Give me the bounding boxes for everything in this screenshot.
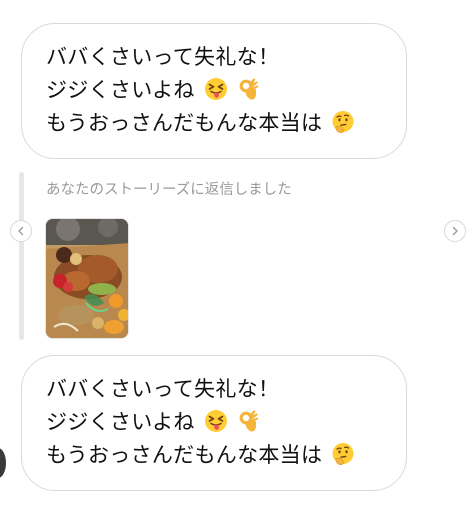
message-text: ババくさいって失礼な！ [46,377,280,401]
ok-hand-icon [237,77,261,101]
message-line: ジジくさいよね [46,74,406,107]
squinting-tongue-face-icon [204,77,228,101]
chevron-left-icon [18,226,24,236]
message-bubble[interactable]: ババくさいって失礼な！ ジジくさいよね もうおっさんだもんな本当は [21,23,407,159]
message-bubble[interactable]: ババくさいって失礼な！ ジジくさいよね もうおっさんだもんな本当は [21,355,407,491]
avatar[interactable] [0,448,6,478]
message-line: ババくさいって失礼な！ [46,41,406,74]
message-text: もうおっさんだもんな本当は [46,443,323,467]
chevron-right-icon [452,226,458,236]
ok-hand-icon [237,409,261,433]
squinting-tongue-face-icon [204,409,228,433]
message-text: ジジくさいよね [46,78,195,102]
message-line: ジジくさいよね [46,406,406,439]
message-text: ジジくさいよね [46,410,195,434]
message-text: もうおっさんだもんな本当は [46,111,323,135]
next-button[interactable] [444,220,466,242]
message-line: もうおっさんだもんな本当は [46,439,406,472]
message-text: ババくさいって失礼な！ [46,45,280,69]
story-reply-caption: あなたのストーリーズに返信しました [46,182,292,198]
reply-quote-bar [19,172,24,340]
story-thumbnail[interactable] [45,218,129,339]
message-line: ババくさいって失礼な！ [46,373,406,406]
thinking-face-icon [331,110,355,134]
story-thumbnail-image [46,219,128,338]
previous-button[interactable] [10,220,32,242]
thinking-face-icon [331,442,355,466]
message-line: もうおっさんだもんな本当は [46,107,406,140]
